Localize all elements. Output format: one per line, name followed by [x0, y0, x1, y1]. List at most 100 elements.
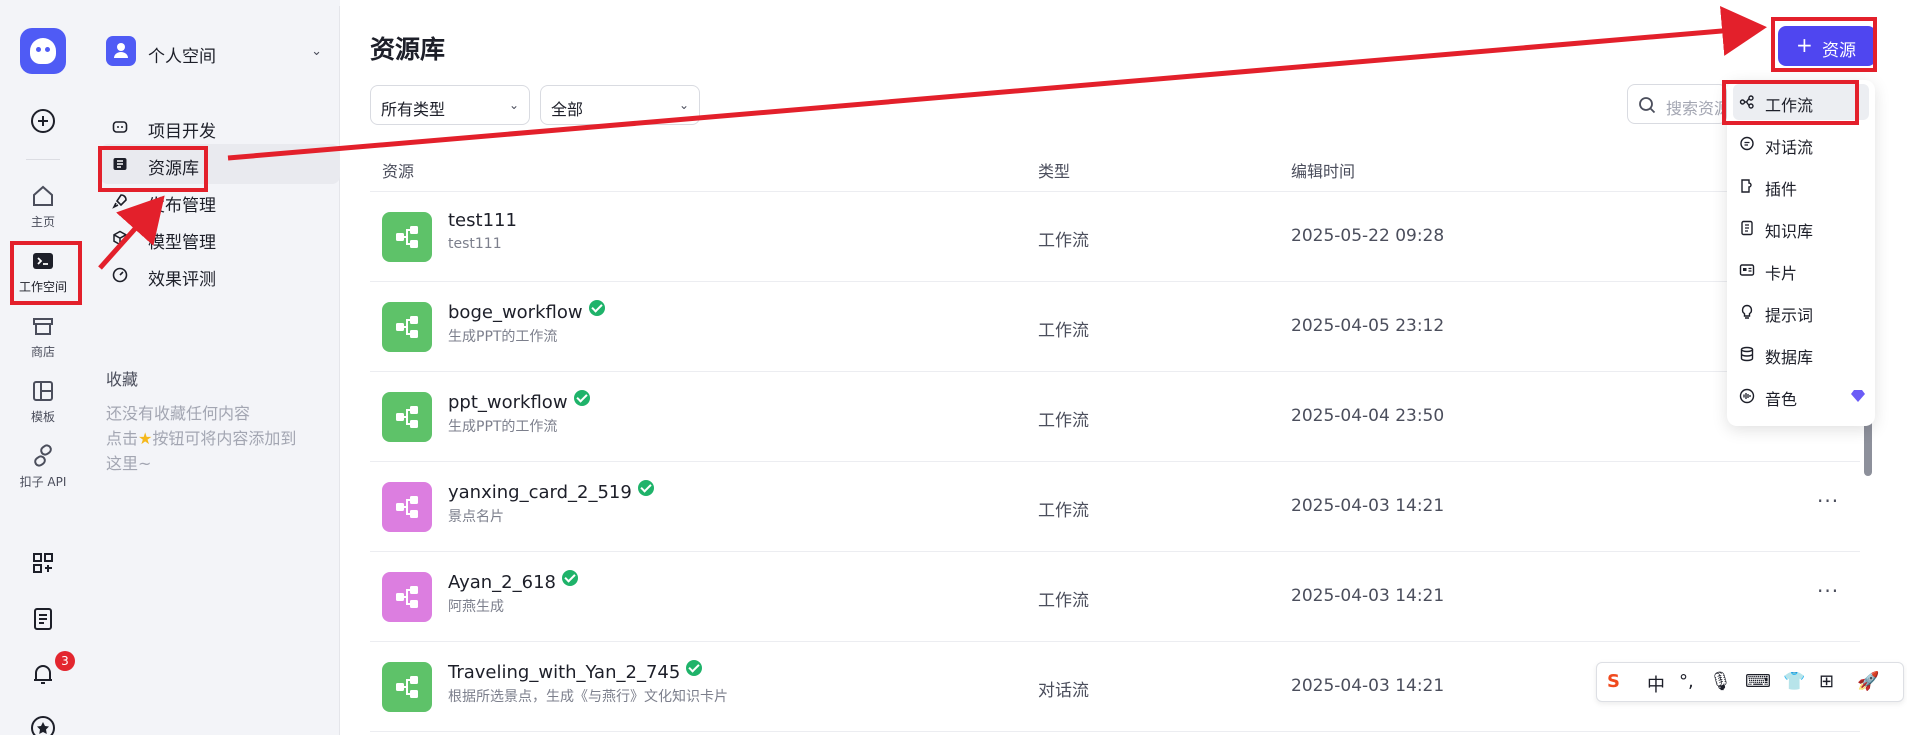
workflow-icon	[382, 572, 432, 622]
menu-item-card[interactable]: 卡片	[1733, 252, 1869, 288]
resource-description: 根据所选景点，生成《与燕行》文化知识卡片	[448, 689, 728, 705]
type-filter-value: 所有类型	[381, 100, 446, 119]
apps-button[interactable]	[0, 550, 86, 580]
resource-edit-time: 2025-04-03 14:21	[1291, 676, 1445, 696]
star-icon: ★	[138, 429, 153, 448]
table-row[interactable]: yanxing_card_2_519 景点名片 工作流 2025-04-03 1…	[370, 462, 1860, 552]
menu-item-voice[interactable]: 音色	[1733, 378, 1869, 414]
scope-filter-select[interactable]: 全部 ⌄	[540, 85, 700, 125]
type-filter-select[interactable]: 所有类型 ⌄	[370, 85, 530, 125]
chevron-down-icon: ⌄	[508, 98, 519, 112]
rail-item-templates[interactable]: 模板	[0, 378, 86, 425]
chat-bubble-icon	[1740, 136, 1754, 151]
menu-item-label: 插件	[1765, 180, 1798, 199]
annotation-box-add-resource	[1771, 17, 1877, 72]
microphone-icon[interactable]: 🎙	[1709, 671, 1732, 692]
resource-name: ppt_workflow	[448, 390, 590, 413]
create-button[interactable]	[0, 108, 86, 138]
docs-button[interactable]	[0, 606, 86, 636]
cube-icon	[113, 230, 127, 246]
menu-item-prompt[interactable]: 提示词	[1733, 294, 1869, 330]
menu-item-label: 卡片	[1765, 264, 1798, 283]
favorites-empty-hint: 还没有收藏任何内容 点击★按钮可将内容添加到 这里~	[106, 401, 334, 476]
punctuation-icon[interactable]: °,	[1679, 671, 1694, 692]
resource-name-text: yanxing_card_2_519	[448, 482, 632, 503]
resource-edit-time: 2025-04-03 14:21	[1291, 586, 1445, 606]
menu-item-label: 音色	[1765, 390, 1798, 409]
chevron-down-icon: ⌄	[311, 44, 322, 59]
skin-shirt-icon[interactable]: 👕	[1783, 671, 1805, 692]
menu-item-plugin[interactable]: 插件	[1733, 168, 1869, 204]
plus-circle-icon	[31, 109, 55, 133]
resource-edit-time: 2025-04-04 23:50	[1291, 406, 1445, 426]
database-icon	[1740, 346, 1754, 362]
apps-grid-icon	[33, 553, 53, 573]
search-input[interactable]: 搜索资源	[1627, 84, 1727, 124]
store-icon	[33, 318, 53, 335]
document-icon	[34, 608, 52, 630]
table-row[interactable]: boge_workflow 生成PPT的工作流 工作流 2025-04-05 2…	[370, 282, 1860, 372]
menu-item-chatflow[interactable]: 对话流	[1733, 126, 1869, 162]
rail-item-api[interactable]: 扣子 API	[0, 443, 86, 490]
workflow-icon	[382, 482, 432, 532]
plugin-icon	[1741, 179, 1752, 193]
rocket-icon	[112, 194, 127, 209]
resource-type: 工作流	[1038, 231, 1089, 251]
more-actions-icon[interactable]: ···	[1817, 489, 1839, 513]
verified-check-icon	[573, 390, 590, 406]
grid-menu-icon[interactable]: ⊞	[1819, 671, 1834, 692]
nav-item-models[interactable]: 模型管理	[100, 218, 340, 258]
space-switcher[interactable]: 个人空间 ⌄	[106, 36, 328, 68]
ime-mode-toggle[interactable]: 中	[1647, 671, 1665, 697]
workflow-icon	[382, 662, 432, 712]
ime-logo-icon[interactable]: S	[1607, 671, 1620, 692]
nav-item-projects[interactable]: 项目开发	[100, 107, 340, 147]
column-header-type: 类型	[1038, 162, 1071, 181]
ime-toolbar: S 中 °, 🎙 ⌨ 👕 ⊞ 🚀	[1596, 662, 1904, 702]
resource-name-text: Traveling_with_Yan_2_745	[448, 662, 681, 683]
resource-name-text: Ayan_2_618	[448, 572, 556, 593]
app-logo[interactable]	[20, 28, 66, 74]
resource-type: 工作流	[1038, 321, 1089, 341]
rail-item-store[interactable]: 商店	[0, 313, 86, 360]
verified-check-icon	[637, 480, 654, 496]
resource-description: test111	[448, 236, 502, 252]
table-row[interactable]: Ayan_2_618 阿燕生成 工作流 2025-04-03 14:21 ···	[370, 552, 1860, 642]
resource-description: 景点名片	[448, 509, 504, 525]
rail-item-home[interactable]: 主页	[0, 183, 86, 230]
workflow-icon	[382, 302, 432, 352]
table-row[interactable]: test111 test111 工作流 2025-05-22 09:28	[370, 192, 1860, 282]
annotation-box-library	[98, 146, 208, 192]
resource-name: Traveling_with_Yan_2_745	[448, 660, 703, 683]
scope-filter-value: 全部	[551, 100, 584, 119]
emoji-icon[interactable]: 🚀	[1857, 671, 1879, 692]
favorites-title: 收藏	[106, 370, 139, 389]
annotation-box-workspace	[10, 241, 82, 305]
resource-description: 生成PPT的工作流	[448, 419, 558, 435]
lightbulb-icon	[1741, 304, 1753, 319]
search-placeholder: 搜索资源	[1666, 99, 1727, 118]
keyboard-icon[interactable]: ⌨	[1745, 671, 1771, 692]
nav-item-label: 模型管理	[148, 233, 216, 253]
column-header-edited: 编辑时间	[1291, 162, 1356, 181]
favorites-hint-line: 点击★按钮可将内容添加到	[106, 426, 334, 451]
profile-button[interactable]	[0, 715, 86, 735]
menu-item-label: 知识库	[1765, 222, 1814, 241]
resource-name: yanxing_card_2_519	[448, 480, 654, 503]
nav-item-evaluation[interactable]: 效果评测	[100, 255, 340, 295]
resource-type: 工作流	[1038, 501, 1089, 521]
menu-item-database[interactable]: 数据库	[1733, 336, 1869, 372]
column-header-resource: 资源	[382, 162, 415, 181]
resource-name-text: ppt_workflow	[448, 392, 568, 413]
favorites-hint-text: 按钮可将内容添加到	[152, 429, 297, 448]
menu-item-knowledge[interactable]: 知识库	[1733, 210, 1869, 246]
menu-item-label: 数据库	[1765, 348, 1814, 367]
more-actions-icon[interactable]: ···	[1817, 579, 1839, 603]
workflow-icon	[382, 212, 432, 262]
table-row[interactable]: ppt_workflow 生成PPT的工作流 工作流 2025-04-04 23…	[370, 372, 1860, 462]
rail-item-label: 扣子 API	[19, 475, 67, 489]
create-resource-menu: 工作流 对话流 插件 知识库 卡片 提示词 数据库 音色	[1727, 80, 1875, 426]
workflow-icon	[382, 392, 432, 442]
voice-wave-icon	[1739, 388, 1755, 404]
rail-item-label: 模板	[30, 410, 55, 424]
